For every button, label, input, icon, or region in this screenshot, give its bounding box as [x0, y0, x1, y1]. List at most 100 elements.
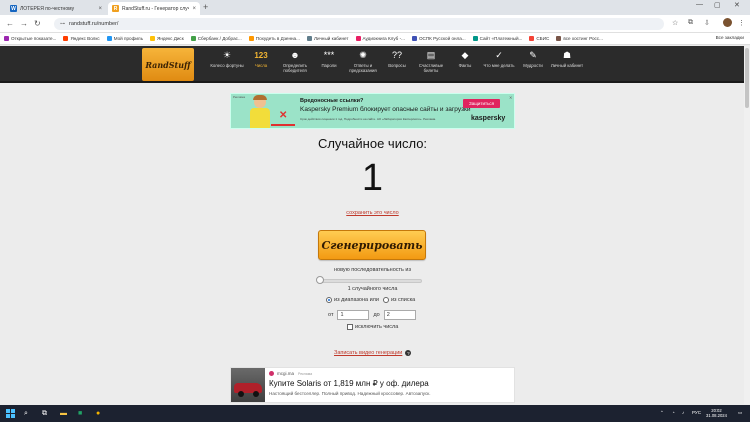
- record-video-link[interactable]: Записать видео генерации: [334, 350, 402, 356]
- site-header: RandStuff ☀ Колесо фортуны 123 Числа ☻ Опреде…: [0, 46, 750, 83]
- nav-item[interactable]: ☀ Колесо фортуны: [210, 49, 244, 73]
- car-ad[interactable]: mcgi.ma Реклама Купите Solaris от 1,819 …: [230, 367, 515, 403]
- language-indicator[interactable]: РУС: [692, 410, 701, 415]
- search-icon[interactable]: ⌕: [24, 408, 28, 419]
- save-number-link[interactable]: сохранить это число: [230, 210, 515, 216]
- profile-avatar[interactable]: [723, 18, 732, 27]
- bookmark-favicon-icon: [472, 36, 478, 41]
- browser-tab[interactable]: W ЛОТЕРЕЯ по-честному ×: [6, 2, 106, 15]
- bookmark-item[interactable]: Открытые показате...: [4, 36, 56, 41]
- ad-source-name: mcgi.ma: [277, 371, 295, 376]
- system-clock[interactable]: 20:02 31.08.2024: [706, 408, 727, 418]
- exclude-checkbox[interactable]: [347, 324, 353, 330]
- notifications-icon[interactable]: ▭: [738, 410, 742, 416]
- new-tab-button[interactable]: +: [203, 2, 208, 12]
- exclude-label: исключить числа: [355, 324, 399, 330]
- nav-item[interactable]: *** Пароли: [312, 49, 346, 73]
- bookmark-item[interactable]: Аудиокнига Клуб -...: [355, 36, 405, 41]
- reload-icon[interactable]: ↻: [34, 19, 41, 28]
- help-icon[interactable]: ?: [405, 350, 412, 356]
- nav-item[interactable]: ?? Вопросы: [380, 49, 414, 73]
- radio-list[interactable]: [382, 297, 389, 303]
- nav-item[interactable]: ◆ Факты: [448, 49, 482, 73]
- from-input[interactable]: 1: [337, 310, 370, 320]
- close-tab-icon[interactable]: ×: [192, 6, 196, 12]
- bookmark-favicon-icon: [411, 36, 417, 41]
- site-info-icon[interactable]: ⊶: [60, 21, 65, 27]
- mode-selector: из диапазона или из списка: [326, 297, 419, 303]
- bookmark-item[interactable]: Яндекс Диск: [150, 36, 184, 41]
- nav-item[interactable]: ✓ Что мне делать: [482, 49, 516, 73]
- maximize-icon[interactable]: ▢: [714, 1, 721, 9]
- nav-item[interactable]: ☗ Личный кабинет: [550, 49, 584, 73]
- chrome-icon[interactable]: ●: [96, 408, 100, 419]
- bookmark-item[interactable]: все хостинг Росс...: [556, 36, 603, 41]
- generate-button[interactable]: Сгенерировать: [318, 230, 426, 260]
- bookmark-item[interactable]: Яндекс Волкс: [63, 36, 100, 41]
- nav-item-label: Личный кабинет: [550, 63, 584, 68]
- radio-range[interactable]: [326, 297, 332, 303]
- nav-item[interactable]: ✺ Ответы и предсказания: [346, 49, 380, 74]
- car-ad-description: Настоящий бестселлер. Полный привод. Над…: [269, 391, 431, 396]
- bookmark-favicon-icon: [190, 36, 196, 41]
- ad-protect-button[interactable]: Защититься: [463, 99, 501, 108]
- minimize-icon[interactable]: —: [696, 1, 703, 8]
- ad-brand-logo: kaspersky: [471, 115, 506, 122]
- bookmark-favicon-icon: [150, 36, 156, 41]
- nav-item-label: Вопросы: [388, 63, 406, 68]
- nav-item[interactable]: ☻ Определить победителя: [278, 49, 312, 74]
- car-image: [231, 368, 265, 402]
- page-scrollbar[interactable]: [744, 46, 750, 404]
- start-button[interactable]: [6, 409, 15, 418]
- downloads-icon[interactable]: ⇩: [704, 19, 710, 27]
- url-input[interactable]: ⊶ randstuff.ru/number/: [54, 18, 664, 30]
- all-bookmarks-button[interactable]: Все закладки: [716, 35, 744, 40]
- main-nav: ☀ Колесо фортуны 123 Числа ☻ Определить побед…: [210, 49, 584, 74]
- bookmark-item[interactable]: ОСПК Русской онла...: [411, 36, 466, 41]
- nav-item-label: Определить победителя: [282, 63, 308, 73]
- bookmark-item[interactable]: Мой профиль: [106, 36, 143, 41]
- bookmark-item[interactable]: Сайт «Платежный...: [472, 36, 522, 41]
- count-label: 1 случайного числа: [347, 286, 398, 292]
- site-logo[interactable]: RandStuff: [142, 48, 194, 81]
- kaspersky-ad-banner[interactable]: Реклама ✕ Вредоносные ссылки? Kaspersky …: [230, 93, 515, 129]
- browser-tab-active[interactable]: R RandStuff.ru - Генератор случ... ×: [108, 2, 200, 15]
- car-ad-headline[interactable]: Купите Solaris от 1,819 млн ₽ у оф. диле…: [269, 379, 429, 388]
- nav-item[interactable]: 123 Числа: [244, 49, 278, 73]
- ad-close-icon[interactable]: ✕: [509, 95, 512, 100]
- bookmark-favicon-icon: [306, 36, 312, 41]
- forward-icon[interactable]: →: [20, 19, 28, 28]
- bookmark-item[interactable]: Личный кабинет: [306, 36, 349, 41]
- to-input[interactable]: 2: [383, 310, 416, 320]
- bookmark-item[interactable]: СБИС: [529, 36, 549, 41]
- count-slider[interactable]: [318, 279, 422, 283]
- clock-date: 31.08.2024: [706, 413, 727, 418]
- favicon-icon: R: [112, 5, 119, 12]
- ad-subtitle: Kaspersky Premium блокирует опасные сайт…: [300, 106, 471, 113]
- nav-item-label: Ответы и предсказания: [349, 63, 377, 73]
- nav-item-icon: ▤: [426, 50, 436, 60]
- count-slider-handle[interactable]: [316, 276, 324, 284]
- network-icon[interactable]: ◔: [672, 410, 675, 415]
- nav-item-icon: ***: [323, 50, 335, 60]
- task-view-icon[interactable]: ⧉: [42, 408, 47, 419]
- menu-icon[interactable]: ⋮: [738, 19, 745, 27]
- bookmark-star-icon[interactable]: ☆: [672, 19, 678, 27]
- excel-icon[interactable]: ■: [78, 408, 82, 419]
- nav-item-label: Мудрости: [523, 63, 543, 68]
- file-explorer-icon[interactable]: ▬: [60, 408, 67, 419]
- back-icon[interactable]: ←: [6, 19, 14, 28]
- nav-item[interactable]: ▤ Счастливые билеты: [414, 49, 448, 74]
- nav-item-icon: ☗: [562, 50, 572, 60]
- close-tab-icon[interactable]: ×: [98, 6, 102, 12]
- nav-item[interactable]: ✎ Мудрости: [516, 49, 550, 73]
- main-content: Реклама ✕ Вредоносные ссылки? Kaspersky …: [230, 83, 520, 403]
- nav-item-label: Пароли: [321, 63, 337, 68]
- extensions-icon[interactable]: ⧉: [688, 19, 693, 27]
- bookmark-item[interactable]: Сбербанк / Добрас...: [190, 36, 242, 41]
- scrollbar-thumb[interactable]: [745, 48, 749, 108]
- close-window-icon[interactable]: ✕: [734, 1, 740, 9]
- bookmark-item[interactable]: Похудеть в Дзенна...: [248, 36, 300, 41]
- volume-icon[interactable]: ♪: [682, 410, 684, 415]
- tray-chevron-icon[interactable]: ⌃: [660, 410, 664, 416]
